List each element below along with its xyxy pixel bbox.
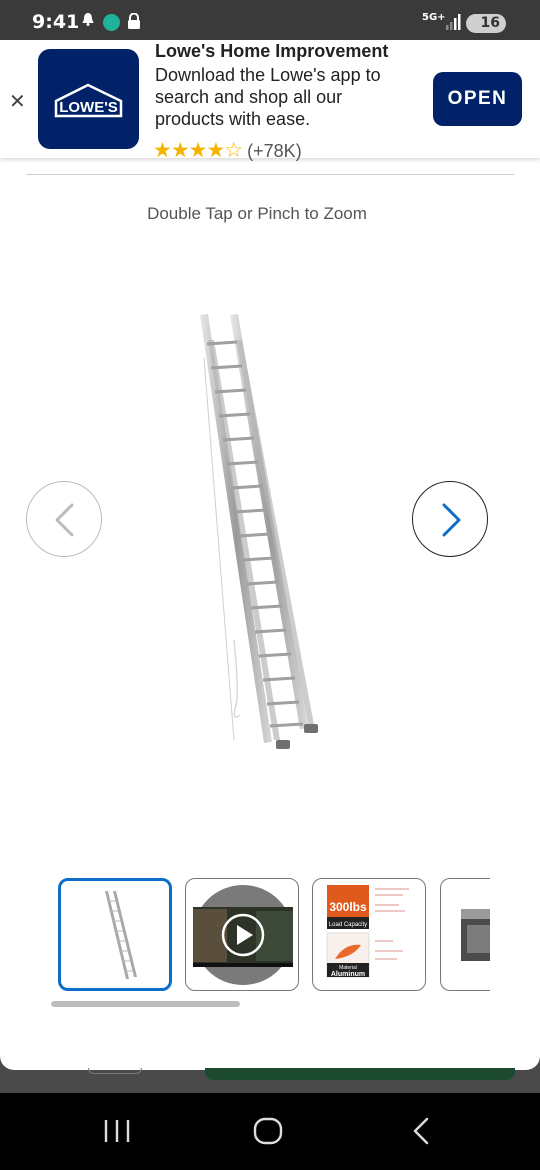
load-capacity-label: Load Capacity: [329, 922, 367, 928]
background-add-to-cart-button: [205, 1068, 515, 1080]
lock-icon: [128, 13, 140, 29]
app-rating: ★★★★☆ (+78K): [153, 138, 302, 163]
app-notification-icon: [103, 14, 120, 31]
lowes-app-logo: LOWE'S: [38, 49, 139, 149]
thumbnail-infographic[interactable]: 300lbs Load Capacity Material Aluminum: [312, 878, 426, 991]
app-description: Download the Lowe's app to search and sh…: [155, 65, 381, 129]
open-app-button[interactable]: OPEN: [433, 72, 522, 126]
signal-icon: [446, 14, 461, 30]
app-name: Lowe's Home Improvement: [155, 41, 389, 61]
chevron-left-icon: [55, 503, 74, 537]
status-time: 9:41: [32, 11, 80, 33]
previous-image-button[interactable]: [26, 481, 102, 557]
background-button-outline: [88, 1068, 142, 1074]
app-download-banner: ✕ LOWE'S Lowe's Home Improvement Downloa…: [0, 40, 540, 162]
home-icon[interactable]: [252, 1093, 284, 1170]
product-image-sheet: ✕ LOWE'S Lowe's Home Improvement Downloa…: [0, 40, 540, 1070]
next-image-button[interactable]: [412, 481, 488, 557]
back-icon[interactable]: [408, 1093, 432, 1170]
thumbnail-ladder[interactable]: [58, 878, 172, 991]
notification-bell-icon: [82, 13, 94, 26]
rating-count: (+78K): [247, 141, 302, 161]
chevron-right-icon: [442, 503, 461, 537]
thumbnail-detail[interactable]: [440, 878, 490, 991]
network-type: 5G+: [422, 12, 446, 23]
banner-close-button[interactable]: ✕: [9, 89, 26, 114]
thumbnail-video[interactable]: [185, 878, 299, 991]
divider: [26, 174, 514, 175]
system-navigation-bar: [0, 1093, 540, 1170]
logo-text: LOWE'S: [59, 99, 118, 116]
recent-apps-icon[interactable]: [103, 1093, 133, 1170]
thumbnail-scrollbar[interactable]: [51, 1001, 240, 1007]
star-rating-icon: ★★★★☆: [153, 139, 243, 162]
material-value: Aluminum: [331, 971, 365, 978]
product-image-extension-ladder[interactable]: [180, 310, 340, 755]
load-capacity-value: 300lbs: [329, 900, 367, 914]
status-bar: 9:41 5G+ 16: [0, 0, 540, 40]
battery-icon: 16: [466, 14, 506, 33]
zoom-hint: Double Tap or Pinch to Zoom: [147, 204, 367, 223]
